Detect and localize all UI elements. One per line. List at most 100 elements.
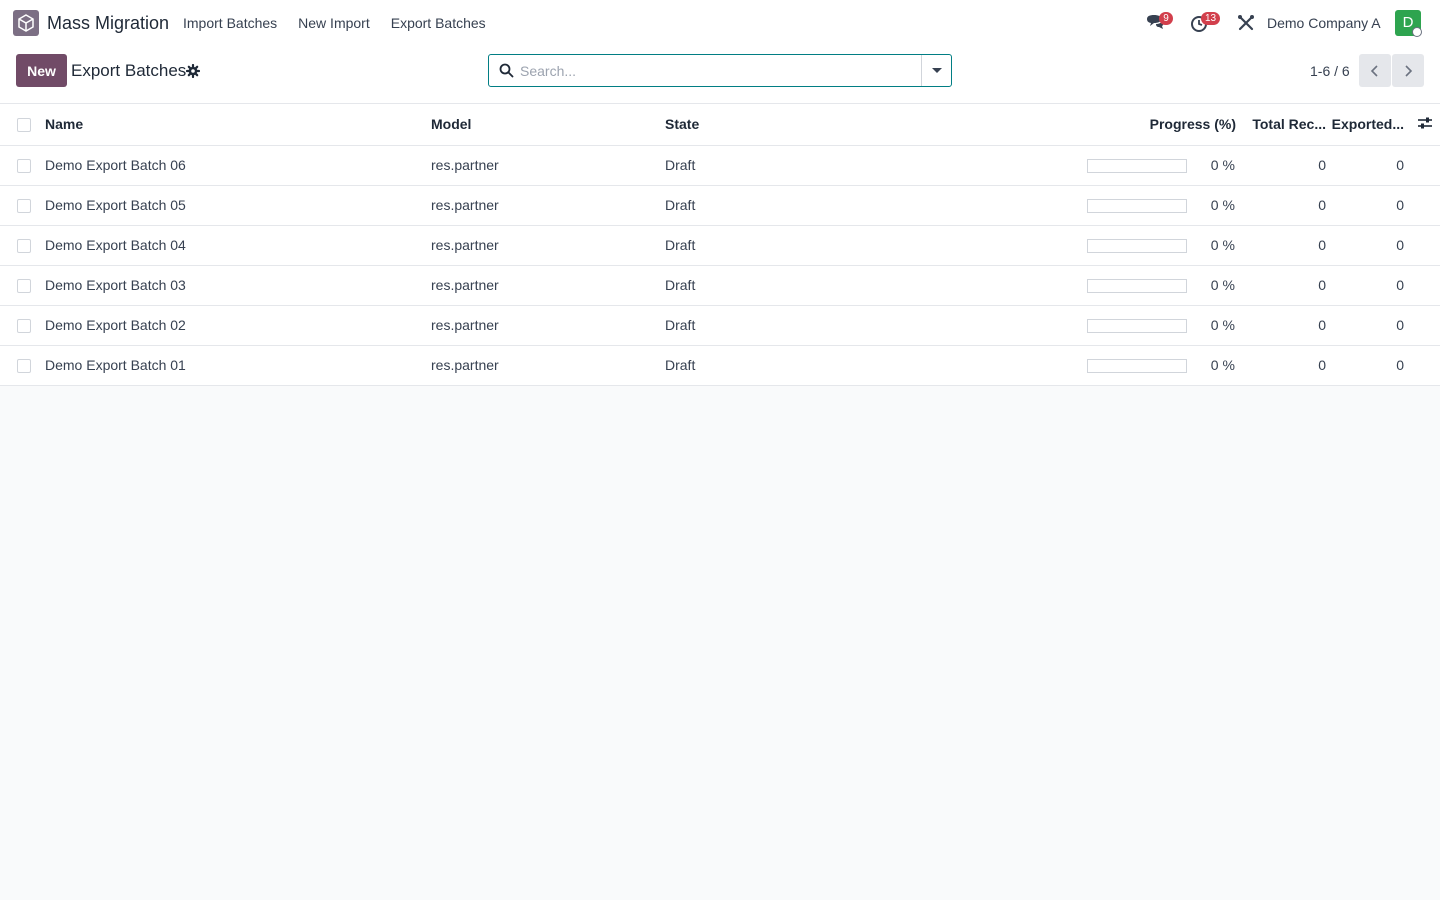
pager-value[interactable]: 1-6 / 6 bbox=[1310, 63, 1350, 79]
cell-model[interactable]: res.partner bbox=[431, 145, 665, 186]
cell-total-records[interactable]: 0 bbox=[1245, 225, 1330, 266]
column-header-state[interactable]: State bbox=[665, 104, 1087, 146]
top-navbar: Mass Migration Import Batches New Import… bbox=[0, 0, 1440, 46]
cell-progress[interactable]: 0 % bbox=[1087, 145, 1245, 186]
cell-spacer bbox=[1410, 145, 1440, 186]
cell-name[interactable]: Demo Export Batch 02 bbox=[45, 305, 431, 346]
cell-state[interactable]: Draft bbox=[665, 345, 1087, 386]
search-input[interactable] bbox=[520, 61, 915, 81]
control-panel: New Export Batches 1-6 / 6 bbox=[0, 46, 1440, 104]
column-header-total[interactable]: Total Rec... bbox=[1245, 104, 1330, 146]
tools-icon[interactable] bbox=[1235, 12, 1257, 34]
table-row[interactable]: Demo Export Batch 04 res.partner Draft 0… bbox=[0, 225, 1440, 266]
select-all-cell bbox=[0, 104, 45, 146]
cell-state[interactable]: Draft bbox=[665, 185, 1087, 226]
cell-name[interactable]: Demo Export Batch 03 bbox=[45, 265, 431, 306]
cell-model[interactable]: res.partner bbox=[431, 265, 665, 306]
menu-import-batches[interactable]: Import Batches bbox=[183, 15, 277, 31]
progress-bar bbox=[1087, 279, 1187, 294]
cell-state[interactable]: Draft bbox=[665, 145, 1087, 186]
table-row[interactable]: Demo Export Batch 02 res.partner Draft 0… bbox=[0, 305, 1440, 346]
cell-exported[interactable]: 0 bbox=[1330, 305, 1410, 346]
cell-spacer bbox=[1410, 345, 1440, 386]
cell-progress[interactable]: 0 % bbox=[1087, 305, 1245, 346]
chevron-left-icon bbox=[1370, 64, 1378, 77]
main-menu: Import Batches New Import Export Batches bbox=[183, 15, 507, 31]
cell-exported[interactable]: 0 bbox=[1330, 345, 1410, 386]
cell-model[interactable]: res.partner bbox=[431, 225, 665, 266]
cell-name[interactable]: Demo Export Batch 01 bbox=[45, 345, 431, 386]
gear-icon[interactable] bbox=[185, 63, 201, 79]
row-checkbox[interactable] bbox=[17, 359, 31, 374]
cell-exported[interactable]: 0 bbox=[1330, 225, 1410, 266]
cell-state[interactable]: Draft bbox=[665, 225, 1087, 266]
progress-bar bbox=[1087, 359, 1187, 374]
cell-progress[interactable]: 0 % bbox=[1087, 345, 1245, 386]
menu-new-import[interactable]: New Import bbox=[298, 15, 370, 31]
search-options-toggle[interactable] bbox=[921, 55, 951, 86]
row-select-cell bbox=[0, 305, 45, 346]
row-select-cell bbox=[0, 345, 45, 386]
cell-progress[interactable]: 0 % bbox=[1087, 225, 1245, 266]
activities-badge: 13 bbox=[1201, 12, 1221, 25]
select-all-checkbox[interactable] bbox=[17, 118, 31, 133]
row-checkbox[interactable] bbox=[17, 319, 31, 334]
table-row[interactable]: Demo Export Batch 06 res.partner Draft 0… bbox=[0, 145, 1440, 186]
cell-name[interactable]: Demo Export Batch 05 bbox=[45, 185, 431, 226]
list-view: Name Model State Progress (%) Total Rec.… bbox=[0, 104, 1440, 386]
presence-status-icon bbox=[1412, 27, 1422, 37]
column-header-model[interactable]: Model bbox=[431, 104, 665, 146]
app-name[interactable]: Mass Migration bbox=[47, 13, 169, 34]
cell-name[interactable]: Demo Export Batch 06 bbox=[45, 145, 431, 186]
progress-label: 0 % bbox=[1210, 156, 1235, 173]
menu-export-batches[interactable]: Export Batches bbox=[391, 15, 486, 31]
pager-next-button[interactable] bbox=[1392, 54, 1424, 87]
cell-name[interactable]: Demo Export Batch 04 bbox=[45, 225, 431, 266]
cell-progress[interactable]: 0 % bbox=[1087, 265, 1245, 306]
row-checkbox[interactable] bbox=[17, 159, 31, 174]
row-checkbox[interactable] bbox=[17, 199, 31, 214]
row-checkbox[interactable] bbox=[17, 279, 31, 294]
search-icon bbox=[499, 63, 514, 78]
cell-total-records[interactable]: 0 bbox=[1245, 265, 1330, 306]
cell-spacer bbox=[1410, 185, 1440, 226]
cell-total-records[interactable]: 0 bbox=[1245, 305, 1330, 346]
cell-model[interactable]: res.partner bbox=[431, 185, 665, 226]
company-switcher[interactable]: Demo Company A bbox=[1267, 15, 1381, 31]
column-header-progress[interactable]: Progress (%) bbox=[1087, 104, 1245, 146]
table-row[interactable]: Demo Export Batch 03 res.partner Draft 0… bbox=[0, 265, 1440, 306]
column-header-name[interactable]: Name bbox=[45, 104, 431, 146]
cell-total-records[interactable]: 0 bbox=[1245, 345, 1330, 386]
progress-bar bbox=[1087, 319, 1187, 334]
progress-bar bbox=[1087, 159, 1187, 174]
search-bar bbox=[488, 54, 952, 87]
optional-columns-toggle[interactable] bbox=[1410, 104, 1440, 146]
cell-state[interactable]: Draft bbox=[665, 305, 1087, 346]
cell-state[interactable]: Draft bbox=[665, 265, 1087, 306]
cell-exported[interactable]: 0 bbox=[1330, 145, 1410, 186]
cell-total-records[interactable]: 0 bbox=[1245, 145, 1330, 186]
cell-progress[interactable]: 0 % bbox=[1087, 185, 1245, 226]
cell-total-records[interactable]: 0 bbox=[1245, 185, 1330, 226]
cell-model[interactable]: res.partner bbox=[431, 305, 665, 346]
pager-previous-button[interactable] bbox=[1359, 54, 1391, 87]
cube-icon[interactable] bbox=[13, 10, 39, 36]
progress-label: 0 % bbox=[1210, 316, 1235, 333]
table-row[interactable]: Demo Export Batch 05 res.partner Draft 0… bbox=[0, 185, 1440, 226]
table-row[interactable]: Demo Export Batch 01 res.partner Draft 0… bbox=[0, 345, 1440, 386]
cell-exported[interactable]: 0 bbox=[1330, 265, 1410, 306]
page-title: Export Batches bbox=[71, 61, 187, 80]
cell-spacer bbox=[1410, 265, 1440, 306]
caret-down-icon bbox=[931, 68, 942, 73]
cell-exported[interactable]: 0 bbox=[1330, 185, 1410, 226]
column-header-exported[interactable]: Exported... bbox=[1330, 104, 1410, 146]
progress-bar bbox=[1087, 199, 1187, 214]
cell-spacer bbox=[1410, 225, 1440, 266]
row-select-cell bbox=[0, 185, 45, 226]
progress-bar bbox=[1087, 239, 1187, 254]
progress-label: 0 % bbox=[1210, 356, 1235, 373]
new-button[interactable]: New bbox=[16, 54, 67, 87]
row-select-cell bbox=[0, 225, 45, 266]
cell-model[interactable]: res.partner bbox=[431, 345, 665, 386]
row-checkbox[interactable] bbox=[17, 239, 31, 254]
